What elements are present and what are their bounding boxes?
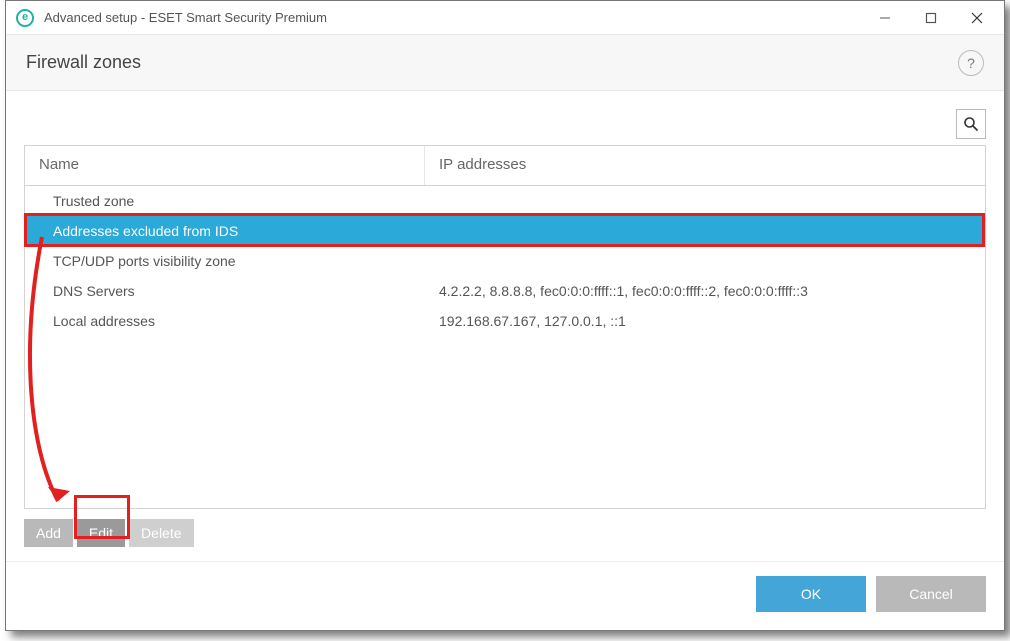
help-button[interactable]: ? (958, 50, 984, 76)
cell-name: Local addresses (25, 313, 425, 329)
table-row[interactable]: Local addresses192.168.67.167, 127.0.0.1… (25, 306, 985, 336)
help-icon: ? (967, 55, 975, 71)
col-ip[interactable]: IP addresses (425, 146, 985, 185)
table-row[interactable]: Trusted zone (25, 186, 985, 216)
window-title: Advanced setup - ESET Smart Security Pre… (44, 10, 327, 25)
close-button[interactable] (954, 2, 1000, 34)
app-icon (16, 9, 34, 27)
table-body: Trusted zone Addresses excluded from IDS T… (25, 186, 985, 508)
cell-name: Trusted zone (25, 193, 425, 209)
subheader: Firewall zones ? (6, 35, 1004, 91)
search-button[interactable] (956, 109, 986, 139)
search-icon (963, 116, 979, 132)
window: Advanced setup - ESET Smart Security Pre… (5, 0, 1005, 631)
titlebar: Advanced setup - ESET Smart Security Pre… (6, 1, 1004, 35)
page-title: Firewall zones (26, 52, 141, 73)
edit-button[interactable]: Edit (77, 519, 125, 547)
delete-button: Delete (129, 519, 193, 547)
cell-name: DNS Servers (25, 283, 425, 299)
minimize-button[interactable] (862, 2, 908, 34)
table-header: Name IP addresses (25, 146, 985, 186)
table-row[interactable]: Addresses excluded from IDS (25, 216, 985, 246)
table-actions: Add Edit Delete (24, 519, 986, 547)
add-button[interactable]: Add (24, 519, 73, 547)
content-area: Name IP addresses Trusted zone Addresses … (6, 91, 1004, 561)
col-name[interactable]: Name (25, 146, 425, 185)
cancel-button[interactable]: Cancel (876, 576, 986, 612)
cell-name: Addresses excluded from IDS (25, 223, 425, 239)
ok-button[interactable]: OK (756, 576, 866, 612)
zones-table: Name IP addresses Trusted zone Addresses … (24, 145, 986, 509)
table-row[interactable]: DNS Servers4.2.2.2, 8.8.8.8, fec0:0:0:ff… (25, 276, 985, 306)
cell-ip: 192.168.67.167, 127.0.0.1, ::1 (425, 313, 985, 329)
maximize-button[interactable] (908, 2, 954, 34)
window-controls (862, 2, 1000, 34)
cell-ip: 4.2.2.2, 8.8.8.8, fec0:0:0:ffff::1, fec0… (425, 283, 985, 299)
footer: OK Cancel (6, 561, 1004, 630)
table-row[interactable]: TCP/UDP ports visibility zone (25, 246, 985, 276)
cell-name: TCP/UDP ports visibility zone (25, 253, 425, 269)
